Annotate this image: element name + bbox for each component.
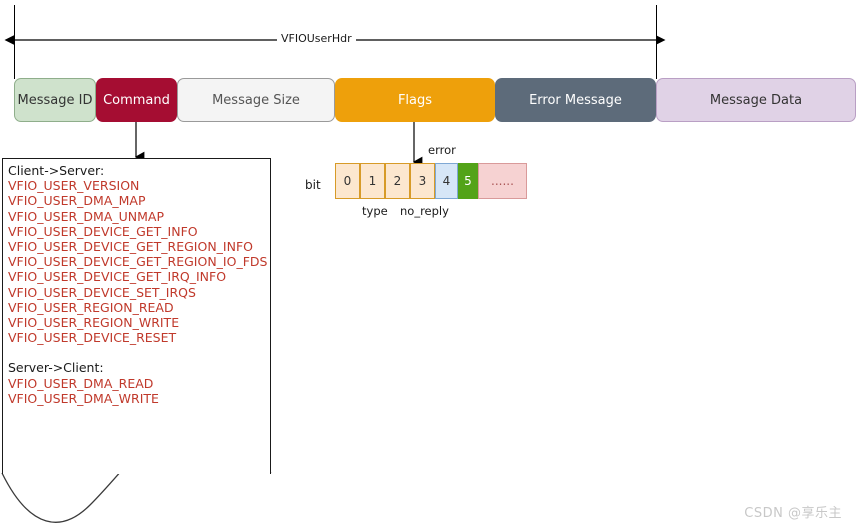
command-item: VFIO_USER_DEVICE_GET_REGION_IO_FDS	[8, 254, 268, 270]
field-flags[interactable]: Flags	[335, 78, 495, 122]
command-list: Client->Server: VFIO_USER_VERSION VFIO_US…	[8, 163, 270, 406]
bitfield-bit-3: 3	[410, 163, 435, 199]
command-item: VFIO_USER_REGION_READ	[8, 299, 174, 315]
field-message-id[interactable]: Message ID	[14, 78, 96, 122]
command-item: VFIO_USER_DMA_MAP	[8, 193, 146, 209]
bitfield-bit-1: 1	[360, 163, 385, 199]
command-item: VFIO_USER_DEVICE_GET_REGION_INFO	[8, 239, 254, 255]
bitfield-bit-4: 4	[435, 163, 458, 199]
span-guide-left	[14, 5, 15, 79]
csdn-watermark: CSDN @享乐主	[744, 506, 842, 521]
bitfield-bit-2: 2	[385, 163, 410, 199]
type-label: type	[362, 204, 388, 218]
bitfield-bit-rest: ......	[478, 163, 527, 199]
field-label-error-message: Error Message	[529, 92, 622, 108]
field-command[interactable]: Command	[96, 78, 177, 122]
no-reply-label: no_reply	[400, 204, 449, 218]
command-item: VFIO_USER_VERSION	[8, 178, 140, 194]
command-item: VFIO_USER_DEVICE_GET_INFO	[8, 223, 198, 239]
field-label-command: Command	[103, 92, 170, 108]
client-to-server-heading: Client->Server:	[8, 163, 105, 178]
span-guide-right	[656, 5, 657, 79]
field-label-message-size: Message Size	[212, 92, 300, 108]
field-message-data[interactable]: Message Data	[656, 78, 856, 122]
server-to-client-list: VFIO_USER_DMA_READ VFIO_USER_DMA_WRITE	[8, 376, 270, 406]
field-message-size[interactable]: Message Size	[177, 78, 335, 122]
command-item: VFIO_USER_DEVICE_RESET	[8, 330, 177, 346]
command-item: VFIO_USER_DMA_UNMAP	[8, 208, 165, 224]
server-to-client-heading: Server->Client:	[8, 360, 104, 376]
span-label: VFIOUserHdr	[277, 33, 356, 45]
field-label-message-id: Message ID	[17, 92, 93, 108]
bitfield-bit-5: 5	[458, 163, 478, 199]
command-item: VFIO_USER_DMA_READ	[8, 375, 154, 391]
error-label: error	[428, 143, 456, 157]
field-error-message[interactable]: Error Message	[495, 78, 656, 122]
command-item: VFIO_USER_DEVICE_GET_IRQ_INFO	[8, 269, 227, 285]
client-to-server-list: VFIO_USER_VERSION VFIO_USER_DMA_MAP VFIO_U…	[8, 178, 270, 345]
command-item: VFIO_USER_REGION_WRITE	[8, 315, 180, 331]
field-label-message-data: Message Data	[709, 92, 803, 108]
bitfield-bit-0: 0	[335, 163, 360, 199]
diagram-canvas: VFIOUserHdr Message ID Command Message Siz…	[0, 0, 856, 531]
command-item: VFIO_USER_DMA_WRITE	[8, 390, 159, 406]
bit-cell-row: 0 1 2 3 4 5......	[335, 163, 527, 199]
command-item: VFIO_USER_DEVICE_SET_IRQS	[8, 284, 196, 300]
bit-axis-label: bit	[305, 178, 321, 192]
field-label-flags: Flags	[397, 92, 433, 108]
